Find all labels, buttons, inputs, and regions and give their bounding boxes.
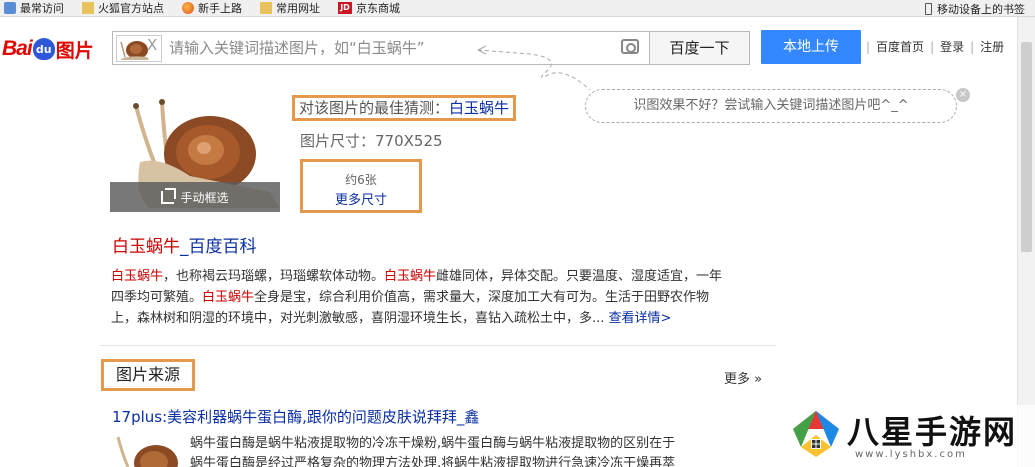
baike-title-link[interactable]: 白玉蜗牛_百度百科 <box>112 232 257 257</box>
folder-icon <box>82 2 94 14</box>
header-links: | 百度首页 | 登录 | 注册 <box>866 38 1010 55</box>
baidu-home-link[interactable]: 百度首页 <box>870 38 930 55</box>
snail-source-image <box>116 436 178 467</box>
image-size: 图片尺寸：770X525 <box>300 132 443 150</box>
baike-line: 上，森林树和阴湿的环境中，对光刺激敏感，喜阴湿环境生长，喜钻入疏松土中，多...… <box>111 311 672 326</box>
bookmarks-bar: 最常访问 火狐官方站点 新手上路 常用网址 JD 京东商城 移动设备上的书签 <box>0 0 1035 17</box>
source-more-link[interactable]: 更多 » <box>724 368 762 387</box>
more-sizes-link[interactable]: 更多尺寸 <box>303 189 419 208</box>
bookmark-jd[interactable]: JD 京东商城 <box>338 0 400 16</box>
login-link[interactable]: 登录 <box>934 38 970 55</box>
scrollbar-thumb[interactable] <box>1021 42 1032 252</box>
baike-description: 白玉蜗牛，也称褐云玛瑙螺，玛瑙螺软体动物。白玉蜗牛雌雄同体，异体交配。只要温度、… <box>111 266 776 329</box>
manual-crop-button[interactable]: 手动框选 <box>110 182 280 212</box>
image-source-heading: 图片来源 <box>101 359 195 391</box>
source-thumbnail[interactable] <box>108 433 178 467</box>
mobile-icon <box>925 3 932 15</box>
local-upload-button[interactable]: 本地上传 <box>761 30 861 64</box>
site-watermark: 八星手游网 www.lyshbx.com <box>785 405 1035 467</box>
best-guess-keyword-link[interactable]: 白玉蜗牛 <box>449 99 509 117</box>
more-sizes-box[interactable]: 约6张 更多尺寸 <box>300 159 422 213</box>
firefox-icon <box>182 2 194 14</box>
star-icon <box>4 2 16 14</box>
remove-image-button[interactable]: X <box>147 36 157 54</box>
bookmark-getting-started[interactable]: 新手上路 <box>182 0 242 16</box>
close-tip-button[interactable]: × <box>956 88 970 102</box>
camera-icon[interactable] <box>621 39 639 54</box>
source-description: 蜗牛蛋白酶是蜗牛粘液提取物的冷冻干燥粉,蜗牛蛋白酶与蜗牛粘液提取物的区别在于 蜗… <box>190 436 676 467</box>
crop-icon <box>161 187 177 204</box>
bookmark-most-visited[interactable]: 最常访问 <box>4 0 64 16</box>
search-tip-bubble: 识图效果不好？尝试输入关键词描述图片吧^_^ <box>585 89 957 123</box>
tip-connector-line <box>477 45 591 90</box>
register-link[interactable]: 注册 <box>974 38 1010 55</box>
baike-line: 四季均可繁殖。白玉蜗牛全身是宝，综合利用价值高，需求量大，深度加工大有可为。生活… <box>111 290 710 305</box>
section-divider <box>100 345 776 346</box>
bookmark-common-sites[interactable]: 常用网址 <box>260 0 320 16</box>
baidu-image-logo[interactable]: Bai du 图片 <box>2 34 106 64</box>
view-details-link[interactable]: 查看详情> <box>609 311 672 326</box>
bookmark-firefox-sites[interactable]: 火狐官方站点 <box>82 0 164 16</box>
vertical-scrollbar[interactable] <box>1017 17 1035 467</box>
watermark-logo <box>793 411 839 457</box>
bookmark-mobile[interactable]: 移动设备上的书签 <box>925 1 1025 17</box>
baike-line: 白玉蜗牛，也称褐云玛瑙螺，玛瑙螺软体动物。白玉蜗牛雌雄同体，异体交配。只要温度、… <box>111 269 723 284</box>
size-count: 约6张 <box>345 173 377 187</box>
folder-icon <box>260 2 272 14</box>
jd-icon: JD <box>338 2 352 14</box>
search-button[interactable]: 百度一下 <box>650 31 750 65</box>
baidu-paw-icon: du <box>32 38 55 60</box>
best-guess: 对该图片的最佳猜测：白玉蜗牛 <box>292 95 517 121</box>
source-result-link[interactable]: 17plus:美容利器蜗牛蛋白酶,跟你的问题皮肤说拜拜_鑫 <box>112 406 479 427</box>
